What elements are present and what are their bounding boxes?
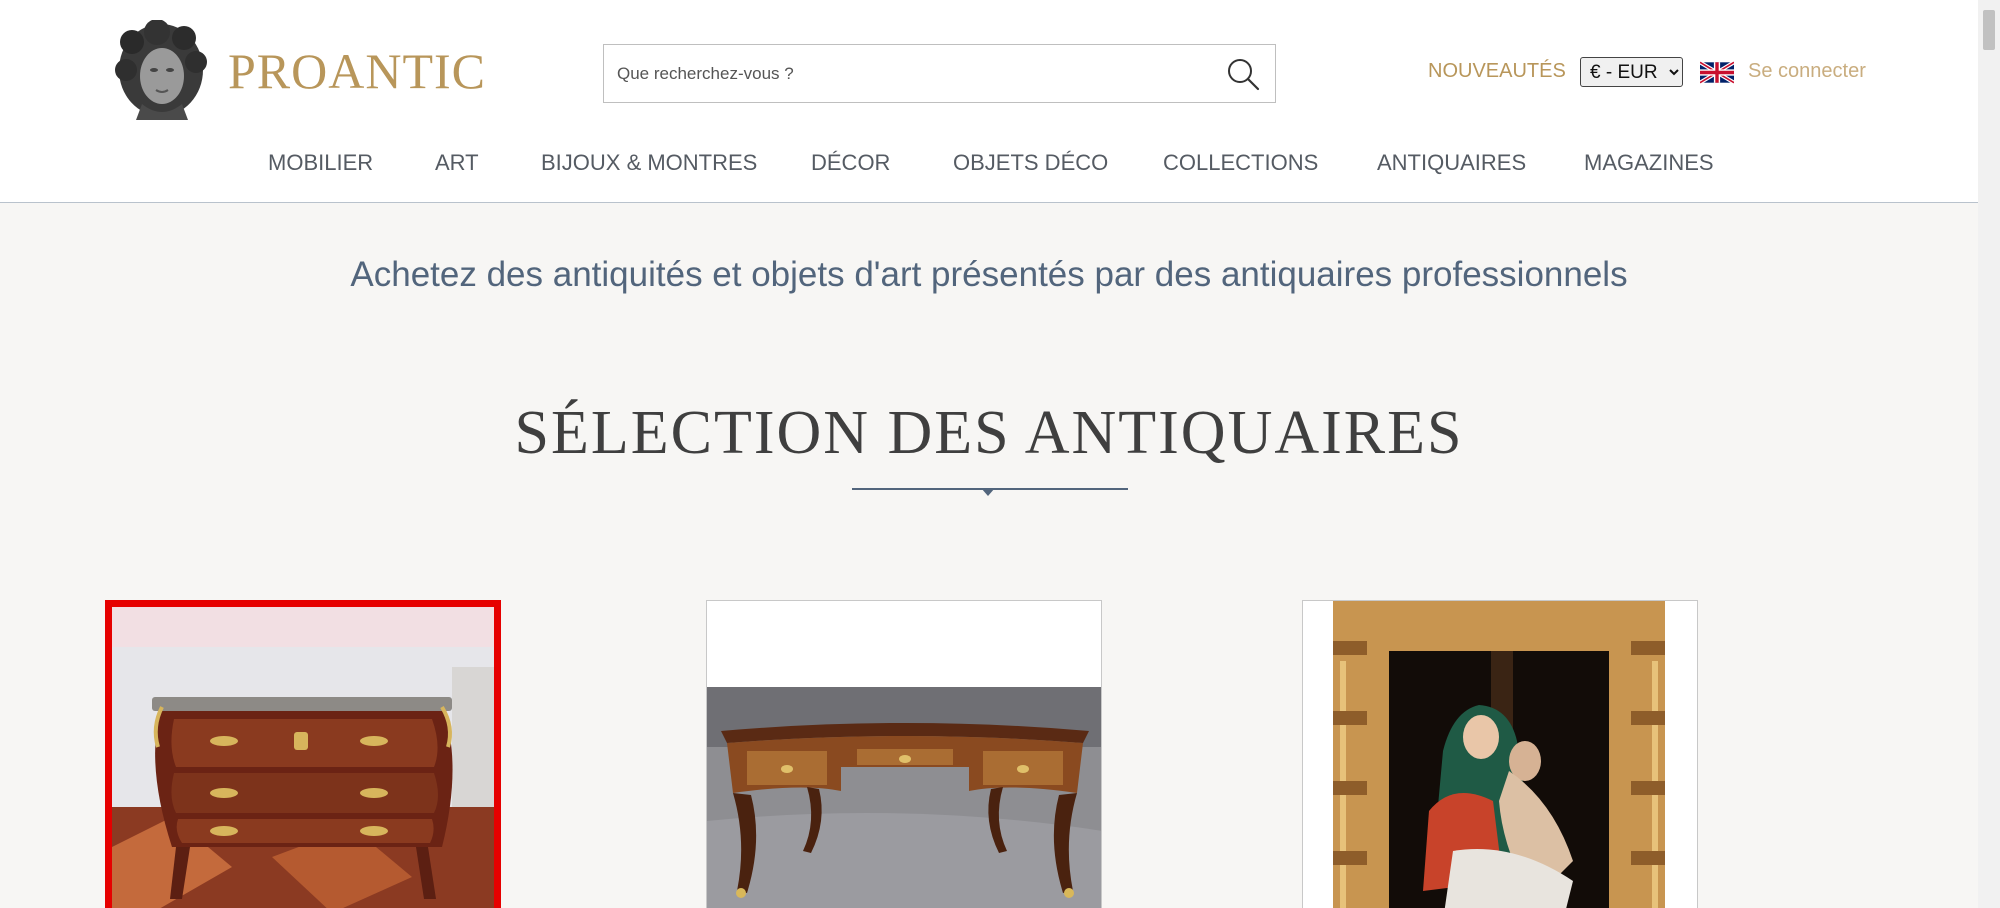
product-card-commode[interactable] [105,600,501,908]
bust-logo-icon [115,20,207,120]
bureau-image [707,601,1101,908]
proantic-logo[interactable]: PROANTIC [112,20,486,122]
nav-item-bijoux-montres[interactable]: BIJOUX & MONTRES [541,150,757,180]
product-card-bureau[interactable] [706,600,1102,908]
currency-select[interactable]: € - EUR [1580,57,1683,87]
nouveautes-link[interactable]: NOUVEAUTÉS [1428,60,1566,83]
section-title: SÉLECTION DES ANTIQUAIRES [514,399,1464,467]
nav-item-antiquaires[interactable]: ANTIQUAIRES [1377,150,1526,180]
product-card-painting[interactable] [1302,600,1698,908]
page-scrollbar[interactable] [1978,0,2000,908]
page-tagline: Achetez des antiquités et objets d'art p… [350,255,1628,294]
logo-text: PROANTIC [228,43,487,99]
site-header: PROANTIC NOUVEAUTÉS € - EUR Se connecter… [0,0,1978,203]
nav-item-mobilier[interactable]: MOBILIER [268,150,373,180]
uk-flag-icon[interactable] [1700,60,1734,85]
login-link[interactable]: Se connecter [1748,60,1866,83]
nav-item-collections[interactable]: COLLECTIONS [1163,150,1318,180]
title-divider-notch [981,488,995,496]
nav-item-magazines[interactable]: MAGAZINES [1584,150,1714,180]
commode-image [112,607,494,908]
scrollbar-thumb[interactable] [1983,10,1995,50]
nav-item-art[interactable]: ART [435,150,479,180]
search-icon[interactable] [1225,56,1261,92]
search-bar [603,44,1276,103]
search-input[interactable] [604,45,1204,102]
painting-image [1303,601,1697,908]
nav-item-objets-deco[interactable]: OBJETS DÉCO [953,150,1108,180]
nav-item-decor[interactable]: DÉCOR [811,150,890,180]
